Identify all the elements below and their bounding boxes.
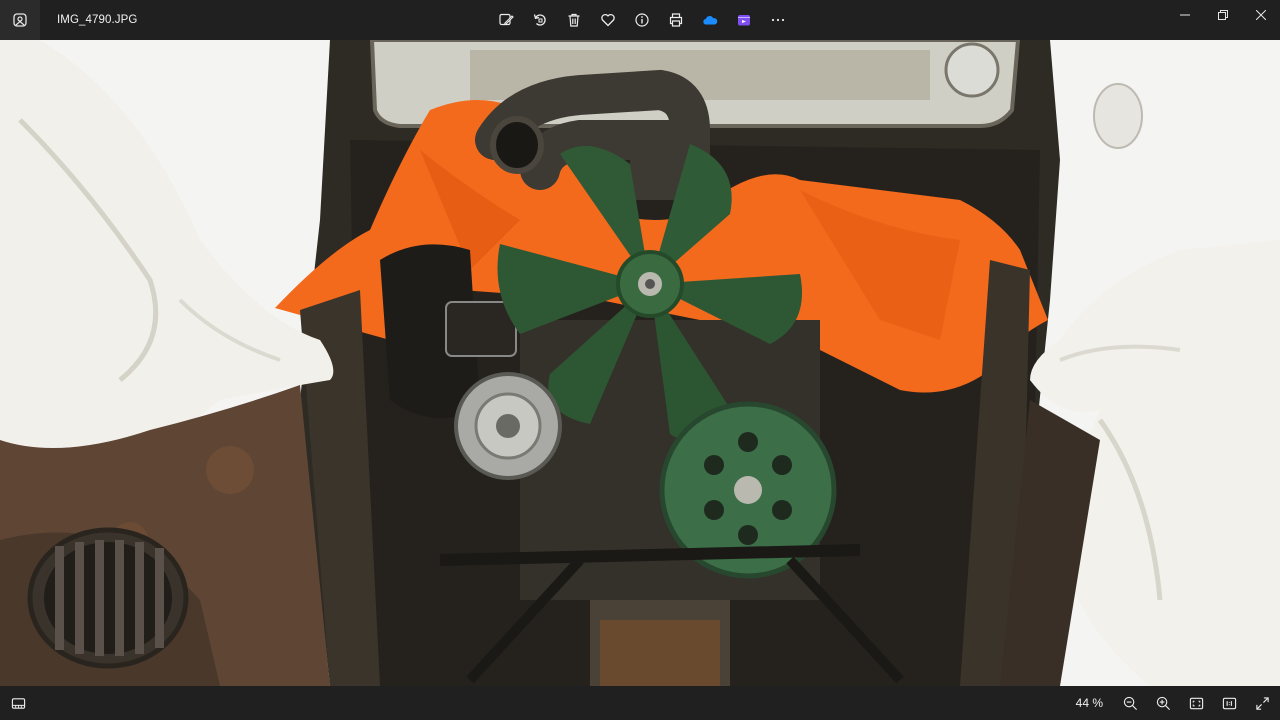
file-name: IMG_4790.JPG [57,14,138,26]
photo-viewer[interactable] [0,40,1280,686]
rotate-button[interactable] [528,8,552,32]
actual-size-icon [1222,697,1236,709]
onedrive-button[interactable] [698,8,722,32]
filmstrip-button[interactable] [6,691,30,715]
zoom-out-icon [1123,696,1137,710]
zoom-level: 44 % [1075,696,1103,710]
filmstrip-icon [11,697,25,709]
restore-icon [1218,10,1228,20]
more-icon [771,18,785,22]
favorite-button[interactable] [596,8,620,32]
window-controls [1166,0,1280,32]
minimize-icon [1180,14,1190,16]
edit-image-icon [499,13,514,26]
zoom-out-button[interactable] [1118,691,1142,715]
file-info-button[interactable] [630,8,654,32]
file-info-icon [635,13,649,27]
close-icon [1256,10,1266,20]
app-icon[interactable] [0,0,40,40]
zoom-in-button[interactable] [1151,691,1175,715]
delete-button[interactable] [562,8,586,32]
clipchamp-button[interactable] [732,8,756,32]
rotate-icon [533,14,546,26]
vent-grille [27,527,189,669]
more-options-button[interactable] [766,8,790,32]
toolbar [494,8,790,32]
print-button[interactable] [664,8,688,32]
zoom-in-icon [1156,696,1170,710]
favorite-icon [601,13,615,27]
minimize-button[interactable] [1166,0,1204,30]
clipchamp-icon [738,15,750,26]
full-screen-icon [1255,696,1269,710]
fit-to-window-icon [1189,697,1203,709]
fit-to-window-button[interactable] [1184,691,1208,715]
status-bar: 44 % [0,686,1280,720]
zoom-controls: 44 % [1076,691,1274,715]
print-icon [669,13,683,27]
title-bar: IMG_4790.JPG [0,0,1280,40]
full-screen-button[interactable] [1250,691,1274,715]
close-button[interactable] [1242,0,1280,30]
edit-image-button[interactable] [494,8,518,32]
delete-icon [568,13,580,27]
onedrive-icon [703,16,718,25]
restore-button[interactable] [1204,0,1242,30]
engine-bay-photo [0,40,1280,686]
actual-size-button[interactable] [1217,691,1241,715]
